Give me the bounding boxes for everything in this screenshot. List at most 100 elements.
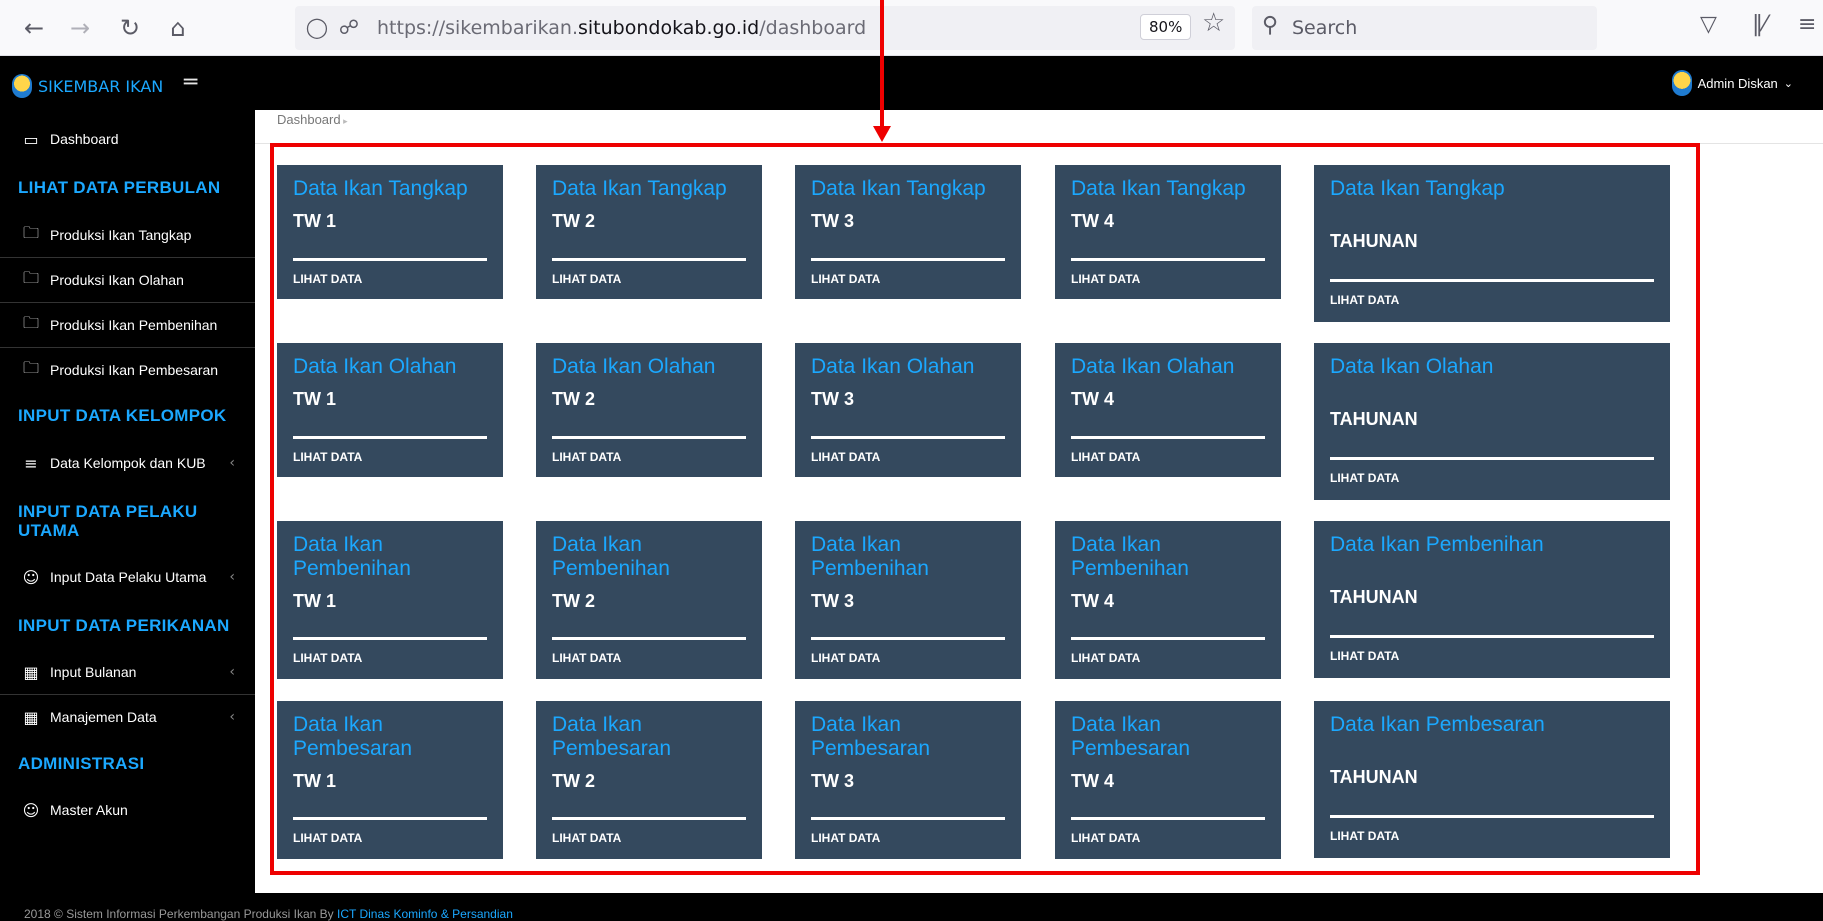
sidebar-item-produksi-tangkap[interactable]: 🗀 Produksi Ikan Tangkap [0,213,255,257]
brand[interactable]: SIKEMBAR IKAN [12,74,163,98]
data-tile[interactable]: Data Ikan Pembesaran TW 2 LIHAT DATA [536,701,762,859]
forward-arrow-icon[interactable]: → [64,12,96,44]
tile-title: Data Ikan Pembenihan [293,533,411,580]
lihat-data-link[interactable]: LIHAT DATA [552,831,621,845]
url-domain: situbondokab.go.id [578,17,760,39]
url-path: /dashboard [759,17,867,39]
tile-title: Data Ikan Pembenihan [1330,533,1544,556]
data-tile[interactable]: Data Ikan Olahan TW 4 LIHAT DATA [1055,343,1281,477]
data-tile[interactable]: Data Ikan Olahan TAHUNAN LIHAT DATA [1314,343,1670,500]
data-tile[interactable]: Data Ikan Olahan TW 1 LIHAT DATA [277,343,503,477]
data-tile[interactable]: Data Ikan Pembenihan TAHUNAN LIHAT DATA [1314,521,1670,678]
menu-icon[interactable]: ≡ [1798,12,1816,37]
lihat-data-link[interactable]: LIHAT DATA [811,831,880,845]
chevron-left-icon: ‹ [229,455,235,471]
tile-title: Data Ikan Pembesaran [1330,713,1545,736]
url-bar[interactable]: ◯ ☍ https://sikembarikan.situbondokab.go… [295,6,1235,50]
footer-link[interactable]: ICT Dinas Kominfo & Persandian [337,907,513,921]
sidebar-item-dashboard[interactable]: ▭ Dashboard [0,117,255,161]
sidebar-item-label: Data Kelompok dan KUB [50,455,206,471]
lihat-data-link[interactable]: LIHAT DATA [552,450,621,464]
sidebar-item-label: Produksi Ikan Tangkap [50,227,192,243]
data-tile[interactable]: Data Ikan Pembenihan TW 2 LIHAT DATA [536,521,762,679]
footer-copyright: 2018 © Sistem Informasi Perkembangan Pro… [24,907,337,921]
tile-subtitle: TW 3 [811,389,854,409]
sidebar-item-data-kelompok[interactable]: ≡ Data Kelompok dan KUB ‹ [0,441,255,485]
lihat-data-link[interactable]: LIHAT DATA [811,272,880,286]
data-tile[interactable]: Data Ikan Pembesaran TW 3 LIHAT DATA [795,701,1021,859]
data-tile[interactable]: Data Ikan Pembenihan TW 3 LIHAT DATA [795,521,1021,679]
data-tile[interactable]: Data Ikan Pembesaran TW 1 LIHAT DATA [277,701,503,859]
tile-subtitle: TW 2 [552,591,595,611]
sidebar-item-produksi-olahan[interactable]: 🗀 Produksi Ikan Olahan [0,258,255,302]
sidebar-toggle-icon[interactable]: ═ [184,70,197,95]
tile-divider [552,817,746,820]
users-icon: ☺ [22,567,40,587]
lihat-data-link[interactable]: LIHAT DATA [1071,450,1140,464]
lihat-data-link[interactable]: LIHAT DATA [552,272,621,286]
data-tile[interactable]: Data Ikan Pembenihan TW 4 LIHAT DATA [1055,521,1281,679]
pocket-icon[interactable]: ▽ [1700,12,1717,37]
zoom-indicator[interactable]: 80% [1140,14,1192,40]
sidebar-section-title: ADMINISTRASI [18,754,145,773]
lihat-data-link[interactable]: LIHAT DATA [1330,649,1399,663]
lihat-data-link[interactable]: LIHAT DATA [1071,272,1140,286]
user-menu[interactable]: Admin Diskan ⌄ [1671,70,1793,96]
data-tile[interactable]: Data Ikan Tangkap TW 3 LIHAT DATA [795,165,1021,299]
search-bar[interactable]: ⚲ Search [1252,6,1597,50]
tile-title: Data Ikan Tangkap [552,177,727,200]
data-tile[interactable]: Data Ikan Olahan TW 2 LIHAT DATA [536,343,762,477]
tile-title: Data Ikan Pembenihan [811,533,929,580]
lihat-data-link[interactable]: LIHAT DATA [293,272,362,286]
sidebar-item-label: Produksi Ikan Pembesaran [50,362,219,378]
data-tile[interactable]: Data Ikan Olahan TW 3 LIHAT DATA [795,343,1021,477]
tile-title: Data Ikan Olahan [1330,355,1494,378]
lihat-data-link[interactable]: LIHAT DATA [552,651,621,665]
data-tile[interactable]: Data Ikan Pembesaran TW 4 LIHAT DATA [1055,701,1281,859]
shield-icon[interactable]: ◯ [303,13,331,41]
tile-divider [1071,637,1265,640]
lihat-data-link[interactable]: LIHAT DATA [293,651,362,665]
tile-divider [293,258,487,261]
lihat-data-link[interactable]: LIHAT DATA [1330,471,1399,485]
sidebar-item-label: Master Akun [50,802,128,818]
reload-icon[interactable]: ↻ [114,12,146,44]
lihat-data-link[interactable]: LIHAT DATA [293,450,362,464]
sidebar-item-manajemen-data[interactable]: ▦ Manajemen Data ‹ [0,695,255,739]
data-tile[interactable]: Data Ikan Pembesaran TAHUNAN LIHAT DATA [1314,701,1670,858]
sidebar-item-input-bulanan[interactable]: ▦ Input Bulanan ‹ [0,650,255,694]
sidebar-item-label: Input Data Pelaku Utama [50,569,207,585]
home-icon[interactable]: ⌂ [162,12,194,44]
data-tile[interactable]: Data Ikan Tangkap TW 2 LIHAT DATA [536,165,762,299]
bookmark-star-icon[interactable]: ☆ [1202,8,1225,38]
data-tile[interactable]: Data Ikan Tangkap TAHUNAN LIHAT DATA [1314,165,1670,322]
library-icon[interactable]: ‖⁄ [1752,12,1767,37]
data-tile[interactable]: Data Ikan Pembenihan TW 1 LIHAT DATA [277,521,503,679]
sidebar-item-master-akun[interactable]: ☺ Master Akun [0,788,255,832]
sidebar-item-label: Produksi Ikan Pembenihan [50,317,218,333]
lock-icon[interactable]: ☍ [335,13,363,41]
sidebar-item-label: Dashboard [50,131,119,147]
tile-divider [811,436,1005,439]
sidebar-item-input-pelaku-utama[interactable]: ☺ Input Data Pelaku Utama ‹ [0,555,255,599]
back-arrow-icon[interactable]: ← [18,12,50,44]
footer: 2018 © Sistem Informasi Perkembangan Pro… [0,893,1823,921]
sidebar-item-produksi-pembenihan[interactable]: 🗀 Produksi Ikan Pembenihan [0,303,255,347]
url-text[interactable]: https://sikembarikan.situbondokab.go.id/… [377,17,866,39]
tile-divider [1071,817,1265,820]
breadcrumb[interactable]: Dashboard [277,112,348,127]
chevron-left-icon: ‹ [229,709,235,725]
lihat-data-link[interactable]: LIHAT DATA [1071,651,1140,665]
sidebar-item-produksi-pembesaran[interactable]: 🗀 Produksi Ikan Pembesaran [0,348,255,392]
data-tile[interactable]: Data Ikan Tangkap TW 1 LIHAT DATA [277,165,503,299]
lihat-data-link[interactable]: LIHAT DATA [293,831,362,845]
data-tile[interactable]: Data Ikan Tangkap TW 4 LIHAT DATA [1055,165,1281,299]
tile-title: Data Ikan Tangkap [1330,177,1505,200]
user-icon: ☺ [22,800,40,820]
lihat-data-link[interactable]: LIHAT DATA [1071,831,1140,845]
lihat-data-link[interactable]: LIHAT DATA [811,651,880,665]
chevron-down-icon: ⌄ [1783,76,1793,90]
lihat-data-link[interactable]: LIHAT DATA [811,450,880,464]
lihat-data-link[interactable]: LIHAT DATA [1330,293,1399,307]
lihat-data-link[interactable]: LIHAT DATA [1330,829,1399,843]
